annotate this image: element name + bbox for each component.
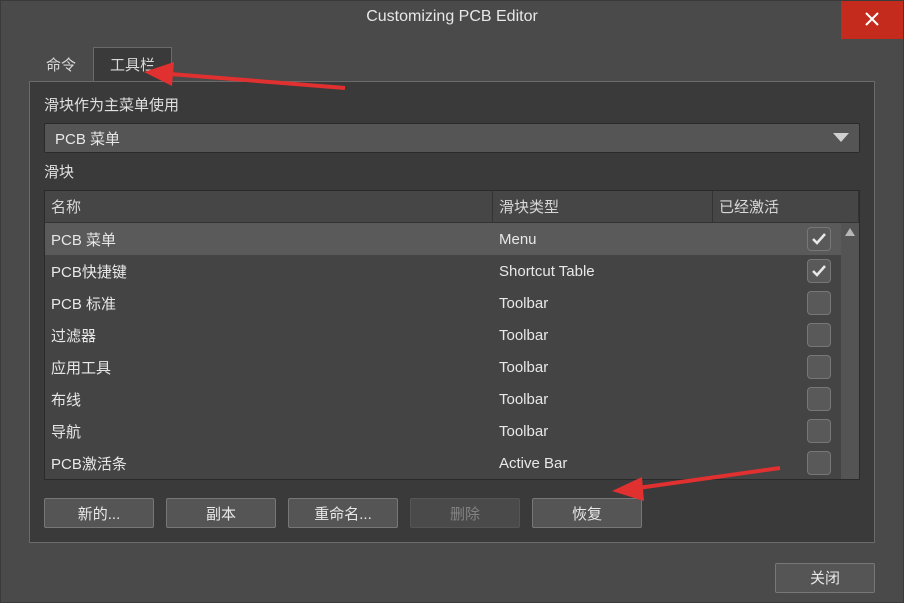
cell-type: Toolbar	[493, 327, 713, 344]
table-row[interactable]: 应用工具Toolbar	[45, 351, 859, 383]
cell-active	[713, 291, 859, 315]
cell-name: PCB激活条	[45, 453, 493, 474]
active-checkbox[interactable]	[807, 355, 831, 379]
cell-type: Shortcut Table	[493, 263, 713, 280]
restore-button[interactable]: 恢复	[532, 498, 642, 528]
close-icon	[865, 12, 879, 29]
cell-name: PCB 标准	[45, 293, 493, 314]
active-checkbox[interactable]	[807, 323, 831, 347]
active-checkbox[interactable]	[807, 419, 831, 443]
scroll-up-icon[interactable]	[841, 223, 859, 241]
cell-type: Toolbar	[493, 423, 713, 440]
cell-active	[713, 259, 859, 283]
table-row[interactable]: 导航Toolbar	[45, 415, 859, 447]
cell-active	[713, 387, 859, 411]
tab-commands[interactable]: 命令	[29, 47, 93, 82]
cell-type: Active Bar	[493, 455, 713, 472]
cell-type: Toolbar	[493, 391, 713, 408]
table-row[interactable]: PCB 标准Toolbar	[45, 287, 859, 319]
new-button[interactable]: 新的...	[44, 498, 154, 528]
cell-active	[713, 419, 859, 443]
main-menu-label: 滑块作为主菜单使用	[44, 94, 860, 115]
active-checkbox[interactable]	[807, 259, 831, 283]
cell-active	[713, 451, 859, 475]
tab-toolbars[interactable]: 工具栏	[93, 47, 172, 82]
header-type[interactable]: 滑块类型	[493, 191, 713, 222]
active-checkbox[interactable]	[807, 451, 831, 475]
cell-name: PCB 菜单	[45, 229, 493, 250]
copy-button[interactable]: 副本	[166, 498, 276, 528]
header-name[interactable]: 名称	[45, 191, 493, 222]
panel-toolbars: 滑块作为主菜单使用 PCB 菜单 滑块 名称 滑块类型 已经激活 PCB 菜单M…	[29, 81, 875, 543]
bars-section-label: 滑块	[44, 161, 860, 182]
table-row[interactable]: PCB激活条Active Bar	[45, 447, 859, 479]
cell-name: 应用工具	[45, 357, 493, 378]
cell-type: Menu	[493, 231, 713, 248]
main-menu-dropdown[interactable]: PCB 菜单	[44, 123, 860, 153]
titlebar: Customizing PCB Editor	[1, 1, 903, 33]
active-checkbox[interactable]	[807, 227, 831, 251]
bars-table: 名称 滑块类型 已经激活 PCB 菜单MenuPCB快捷键Shortcut Ta…	[44, 190, 860, 480]
cell-active	[713, 227, 859, 251]
table-header-row: 名称 滑块类型 已经激活	[45, 191, 859, 223]
active-checkbox[interactable]	[807, 291, 831, 315]
table-row[interactable]: 过滤器Toolbar	[45, 319, 859, 351]
cell-name: 过滤器	[45, 325, 493, 346]
cell-name: 导航	[45, 421, 493, 442]
button-row: 新的... 副本 重命名... 删除 恢复	[44, 498, 860, 528]
cell-name: PCB快捷键	[45, 261, 493, 282]
chevron-down-icon	[833, 130, 849, 146]
cell-type: Toolbar	[493, 295, 713, 312]
window-title: Customizing PCB Editor	[366, 8, 538, 26]
table-row[interactable]: PCB快捷键Shortcut Table	[45, 255, 859, 287]
table-row[interactable]: 布线Toolbar	[45, 383, 859, 415]
table-scrollbar[interactable]	[841, 223, 859, 479]
table-row[interactable]: PCB 菜单Menu	[45, 223, 859, 255]
dialog-footer: 关闭	[1, 553, 903, 602]
rename-button[interactable]: 重命名...	[288, 498, 398, 528]
cell-active	[713, 355, 859, 379]
table-body: PCB 菜单MenuPCB快捷键Shortcut TablePCB 标准Tool…	[45, 223, 859, 479]
header-active[interactable]: 已经激活	[713, 191, 859, 222]
dialog-content: 命令 工具栏 滑块作为主菜单使用 PCB 菜单 滑块 名称 滑块类型 已经激活 …	[1, 33, 903, 553]
delete-button: 删除	[410, 498, 520, 528]
close-button[interactable]: 关闭	[775, 563, 875, 593]
close-window-button[interactable]	[841, 1, 903, 39]
cell-type: Toolbar	[493, 359, 713, 376]
dialog-window: Customizing PCB Editor 命令 工具栏 滑块作为主菜单使用 …	[0, 0, 904, 603]
active-checkbox[interactable]	[807, 387, 831, 411]
cell-name: 布线	[45, 389, 493, 410]
cell-active	[713, 323, 859, 347]
tab-strip: 命令 工具栏	[29, 47, 875, 82]
main-menu-dropdown-value: PCB 菜单	[55, 128, 120, 149]
